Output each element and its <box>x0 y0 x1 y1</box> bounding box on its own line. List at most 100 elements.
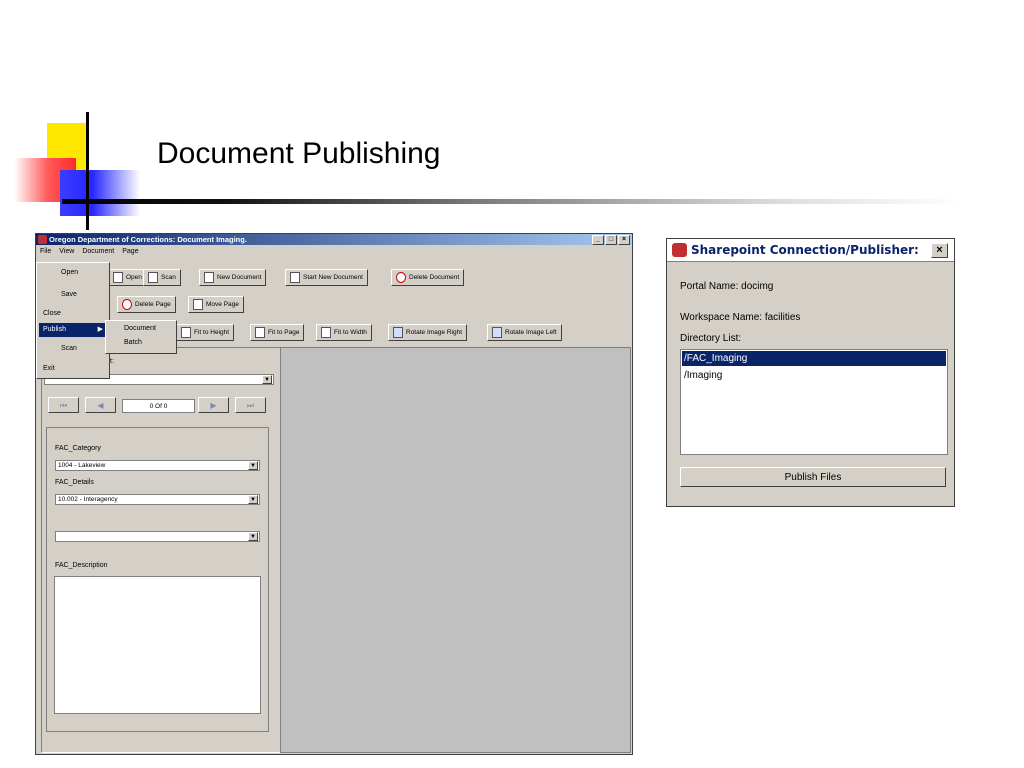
menu-file[interactable]: File <box>40 246 51 257</box>
delete-document-label: Delete Document <box>409 274 460 281</box>
menu-item-save[interactable]: Save <box>39 288 107 302</box>
workspace-name: Workspace Name: facilities <box>680 312 801 323</box>
details-select[interactable]: 10.002 - Interagency ▼ <box>55 494 260 505</box>
publish-files-button[interactable]: Publish Files <box>680 467 946 487</box>
start-new-document-label: Start New Document <box>303 274 363 281</box>
scan-label: Scan <box>161 274 176 281</box>
open-label: Open <box>126 274 142 281</box>
chevron-down-icon[interactable]: ▼ <box>248 495 258 504</box>
delete-document-button[interactable]: Delete Document <box>391 269 465 286</box>
rotate-left-label: Rotate Image Left <box>505 329 557 336</box>
fit-to-height-label: Fit to Height <box>194 329 230 336</box>
open-button[interactable]: Open <box>108 269 147 286</box>
fit-page-icon <box>255 327 265 338</box>
menu-item-exit-label: Exit <box>43 365 55 372</box>
app-icon <box>38 235 47 244</box>
rotate-left-button[interactable]: Rotate Image Left <box>487 324 562 341</box>
move-page-icon <box>193 299 203 310</box>
directory-list[interactable]: /FAC_Imaging /Imaging <box>680 349 948 455</box>
menu-item-scan[interactable]: Scan <box>39 342 107 356</box>
menu-item-publish[interactable]: Publish ▶ <box>39 323 107 337</box>
list-item[interactable]: /FAC_Imaging <box>682 351 946 366</box>
rotate-left-icon <box>492 327 502 338</box>
menu-item-scan-label: Scan <box>61 345 77 352</box>
page-counter: 0 Of 0 <box>122 399 195 413</box>
chevron-down-icon[interactable]: ▼ <box>262 375 272 384</box>
menu-view[interactable]: View <box>59 246 74 257</box>
scanner-icon <box>148 272 158 283</box>
menu-bar: File View Document Page <box>36 246 636 257</box>
sharepoint-dialog: Sharepoint Connection/Publisher: × Porta… <box>666 238 955 507</box>
app-titlebar: Oregon Department of Corrections: Docume… <box>36 234 632 245</box>
move-page-label: Move Page <box>206 301 239 308</box>
submenu-item-document[interactable]: Document <box>108 322 176 336</box>
fit-width-icon <box>321 327 331 338</box>
category-select[interactable]: 1004 - Lakeview ▼ <box>55 460 260 471</box>
decor-vertical-line <box>86 112 89 230</box>
menu-item-publish-label: Publish <box>43 326 66 333</box>
maximize-button[interactable]: □ <box>605 235 617 245</box>
fit-height-icon <box>181 327 191 338</box>
menu-document[interactable]: Document <box>82 246 114 257</box>
folder-icon <box>113 272 123 283</box>
details-value: 10.002 - Interagency <box>58 496 118 503</box>
menu-item-open-label: Open <box>61 269 79 276</box>
rotate-right-label: Rotate Image Right <box>406 329 463 336</box>
category-value: 1004 - Lakeview <box>58 462 106 469</box>
rotate-right-button[interactable]: Rotate Image Right <box>388 324 468 341</box>
pages-icon <box>290 272 300 283</box>
fit-to-page-label: Fit to Page <box>268 329 300 336</box>
scan-button[interactable]: Scan <box>143 269 181 286</box>
delete-icon <box>396 272 406 283</box>
dialog-titlebar: Sharepoint Connection/Publisher: × <box>667 239 954 262</box>
menu-item-exit[interactable]: Exit <box>39 362 107 376</box>
submenu-item-batch[interactable]: Batch <box>108 336 176 350</box>
app-icon <box>672 243 687 257</box>
menu-item-open[interactable]: Open <box>39 266 107 280</box>
chevron-down-icon[interactable]: ▼ <box>248 532 258 541</box>
app-window: Oregon Department of Corrections: Docume… <box>35 233 633 755</box>
chevron-down-icon[interactable]: ▼ <box>248 461 258 470</box>
directory-list-label: Directory List: <box>680 333 742 344</box>
menu-item-close[interactable]: Close <box>39 307 107 321</box>
dialog-close-button[interactable]: × <box>931 243 948 258</box>
list-item[interactable]: /Imaging <box>682 368 946 383</box>
rotate-right-icon <box>393 327 403 338</box>
portal-name: Portal Name: docimg <box>680 281 774 292</box>
description-label: FAC_Description <box>55 562 108 569</box>
next-page-button[interactable]: ▶ <box>198 397 229 413</box>
minimize-button[interactable]: _ <box>592 235 604 245</box>
decor-blue-block <box>60 170 140 216</box>
start-new-document-button[interactable]: Start New Document <box>285 269 368 286</box>
new-document-button[interactable]: New Document <box>199 269 267 286</box>
app-title: Oregon Department of Corrections: Docume… <box>49 235 247 244</box>
menu-page[interactable]: Page <box>122 246 138 257</box>
delete-page-icon <box>122 299 132 310</box>
category-label: FAC_Category <box>55 445 101 452</box>
fit-to-width-button[interactable]: Fit to Width <box>316 324 372 341</box>
slide-title: Document Publishing <box>157 137 441 170</box>
fit-to-page-button[interactable]: Fit to Page <box>250 324 305 341</box>
dialog-title: Sharepoint Connection/Publisher: <box>691 243 919 257</box>
menu-item-close-label: Close <box>43 310 61 317</box>
delete-page-button[interactable]: Delete Page <box>117 296 176 313</box>
delete-page-label: Delete Page <box>135 301 171 308</box>
fit-to-height-button[interactable]: Fit to Height <box>176 324 235 341</box>
image-viewer[interactable] <box>280 347 631 753</box>
description-textarea[interactable] <box>54 576 261 714</box>
details-label: FAC_Details <box>55 479 94 486</box>
move-page-button[interactable]: Move Page <box>188 296 244 313</box>
fit-to-width-label: Fit to Width <box>334 329 367 336</box>
file-menu: Open Save Close Publish ▶ Scan Exit <box>36 262 110 379</box>
title-underline <box>62 199 962 204</box>
last-page-button[interactable]: ⏭ <box>235 397 266 413</box>
third-select[interactable]: ▼ <box>55 531 260 542</box>
page-icon <box>204 272 214 283</box>
new-document-label: New Document <box>217 274 262 281</box>
first-page-button[interactable]: ⏮ <box>48 397 79 413</box>
close-button[interactable]: × <box>618 235 630 245</box>
prev-page-button[interactable]: ◀ <box>85 397 116 413</box>
submenu-arrow-icon: ▶ <box>97 326 103 333</box>
publish-submenu: Document Batch <box>105 320 177 354</box>
partial-label: t: <box>110 358 114 365</box>
